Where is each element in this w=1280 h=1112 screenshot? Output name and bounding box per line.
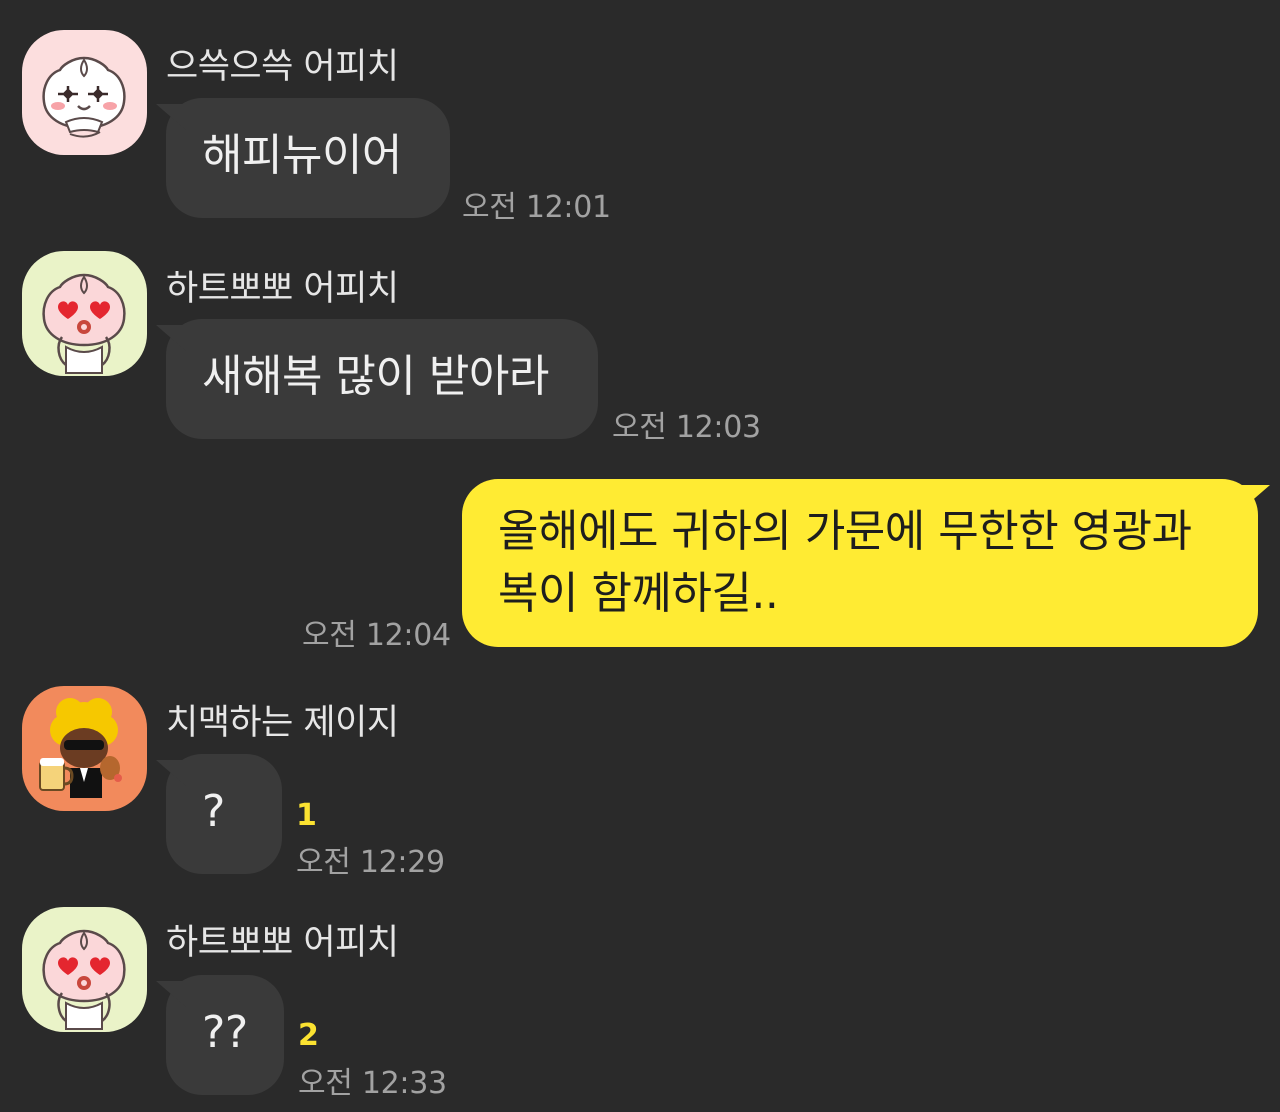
apeach-heart-kiss-icon	[42, 929, 126, 1030]
avatar-apeach-heart[interactable]	[22, 907, 147, 1032]
sender-name: 치맥하는 제이지	[166, 703, 399, 743]
my-message-bubble[interactable]: 올해에도 귀하의 가문에 무한한 영광과 복이 함께하길..	[462, 479, 1258, 647]
sender-name: 하트뽀뽀 어피치	[166, 269, 399, 309]
message-time: 오전 12:03	[612, 410, 761, 445]
sender-name: 으쓱으쓱 어피치	[166, 47, 399, 87]
avatar-apeach-heart[interactable]	[22, 251, 147, 376]
avatar-jayg[interactable]	[22, 686, 147, 811]
message-bubble[interactable]: ?	[166, 754, 282, 874]
message-time: 오전 12:29	[296, 845, 445, 880]
unread-count: 1	[296, 798, 317, 833]
message-bubble[interactable]: 해피뉴이어	[166, 98, 450, 218]
message-time: 오전 12:01	[462, 190, 611, 225]
message-time: 오전 12:33	[298, 1066, 447, 1101]
message-bubble[interactable]: 새해복 많이 받아라	[166, 319, 598, 439]
apeach-heart-kiss-icon	[42, 273, 126, 374]
sender-name: 하트뽀뽀 어피치	[166, 923, 399, 963]
avatar-apeach-shrug[interactable]	[22, 30, 147, 155]
message-time: 오전 12:04	[302, 618, 451, 653]
unread-count: 2	[298, 1018, 319, 1053]
apeach-shrug-icon	[42, 56, 126, 138]
message-bubble[interactable]: ??	[166, 975, 284, 1095]
jayg-chimaek-icon	[39, 698, 122, 798]
